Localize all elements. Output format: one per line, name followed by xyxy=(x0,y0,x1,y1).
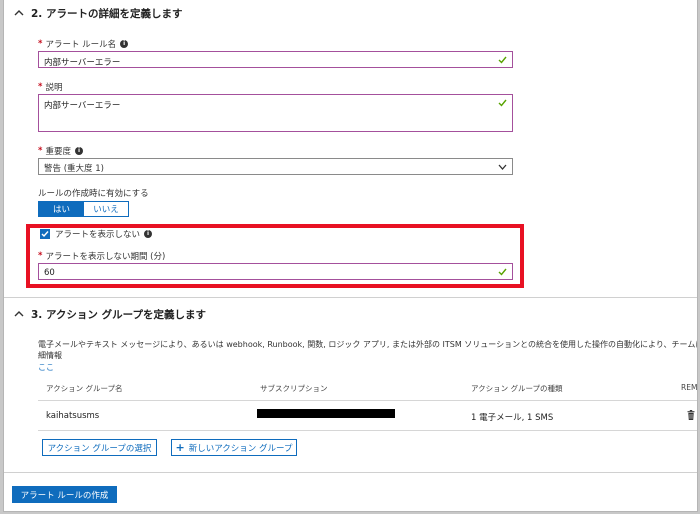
col-header-remove: REMO xyxy=(681,383,698,392)
details-link[interactable]: ここ xyxy=(38,362,54,373)
chevron-up-icon[interactable] xyxy=(14,309,24,319)
trash-icon[interactable] xyxy=(687,410,695,420)
description-value: 内部サーバーエラー xyxy=(44,101,121,111)
rule-name-value: 内部サーバーエラー xyxy=(44,58,121,68)
info-icon[interactable]: i xyxy=(74,147,83,155)
description-textarea[interactable]: 内部サーバーエラー xyxy=(38,94,513,132)
description-line-1: 電子メールやテキスト メッセージにより、あるいは webhook, Runboo… xyxy=(38,340,698,349)
row-name: kaihatsusms xyxy=(46,411,100,421)
enable-toggle[interactable]: はい いいえ xyxy=(38,201,129,217)
table-divider xyxy=(38,400,697,401)
required-marker: * xyxy=(38,82,43,92)
chevron-up-icon[interactable] xyxy=(14,8,24,18)
highlight-box xyxy=(26,224,524,288)
row-type: 1 電子メール, 1 SMS xyxy=(471,413,554,423)
select-action-group-button[interactable]: アクション グループの選択 xyxy=(42,439,157,456)
rule-name-label-text: アラート ルール名 xyxy=(45,40,117,50)
section-2-title: 2. アラートの詳細を定義します xyxy=(31,7,183,20)
description-line-2: 細情報 xyxy=(38,351,62,360)
action-group-description: 電子メールやテキスト メッセージにより、あるいは webhook, Runboo… xyxy=(38,339,698,361)
description-label-text: 説明 xyxy=(45,83,63,93)
info-icon[interactable]: i xyxy=(120,40,129,48)
rule-name-input[interactable]: 内部サーバーエラー xyxy=(38,51,513,68)
valid-check-icon xyxy=(498,99,507,107)
required-marker: * xyxy=(38,39,43,49)
footer-divider xyxy=(4,472,697,473)
severity-value: 警告 (重大度 1) xyxy=(44,164,104,174)
section-divider xyxy=(4,297,697,298)
new-action-group-label: 新しいアクション グループ xyxy=(188,443,293,454)
redacted-subscription xyxy=(257,409,395,418)
col-header-subscription: サブスクリプション xyxy=(260,384,328,393)
section-3-title: 3. アクション グループを定義します xyxy=(31,308,206,321)
toggle-yes[interactable]: はい xyxy=(39,202,84,216)
alert-rule-form: 2. アラートの詳細を定義します * アラート ルール名 i 内部サーバーエラー… xyxy=(3,0,698,512)
plus-icon: + xyxy=(175,441,185,454)
section-2-header[interactable]: 2. アラートの詳細を定義します xyxy=(4,2,697,24)
enable-on-create-label: ルールの作成時に有効にする xyxy=(38,189,149,199)
severity-select[interactable]: 警告 (重大度 1) xyxy=(38,158,513,175)
chevron-down-icon xyxy=(498,164,507,170)
severity-label-text: 重要度 xyxy=(45,147,71,157)
required-marker: * xyxy=(38,146,43,156)
col-header-name: アクション グループ名 xyxy=(46,384,123,393)
toggle-no[interactable]: いいえ xyxy=(84,202,128,216)
severity-label: * 重要度 i xyxy=(38,145,83,157)
valid-check-icon xyxy=(498,56,507,64)
section-3-header[interactable]: 3. アクション グループを定義します xyxy=(4,303,697,325)
description-label: * 説明 xyxy=(38,81,62,93)
col-header-type: アクション グループの種類 xyxy=(471,384,563,393)
table-divider xyxy=(38,430,697,431)
create-alert-rule-button[interactable]: アラート ルールの作成 xyxy=(12,486,117,503)
new-action-group-button[interactable]: + 新しいアクション グループ xyxy=(171,439,297,456)
rule-name-label: * アラート ルール名 i xyxy=(38,38,129,50)
